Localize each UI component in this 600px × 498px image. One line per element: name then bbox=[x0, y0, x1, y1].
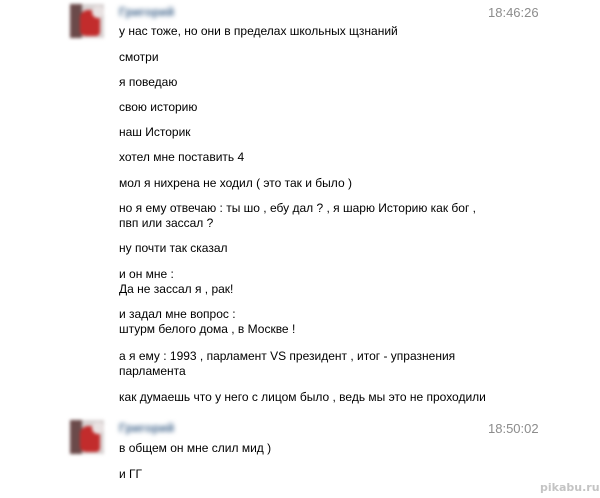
message-text: и он мне : Да не зассал я , рак! bbox=[119, 267, 234, 296]
message-text: а я ему : 1993 , парламент VS президент … bbox=[119, 349, 456, 378]
author-name[interactable]: Григорий bbox=[119, 421, 174, 435]
message-text: свою историю bbox=[119, 100, 198, 114]
message-text: наш Историк bbox=[119, 125, 191, 139]
avatar[interactable] bbox=[70, 4, 104, 38]
message-text: как думаешь что у него с лицом было , ве… bbox=[119, 390, 486, 404]
message-text: у нас тоже, но они в пределах школьных щ… bbox=[119, 24, 398, 38]
message-text: хотел мне поставить 4 bbox=[119, 150, 245, 164]
message-text: и ГГ bbox=[119, 467, 143, 481]
message-text: я поведаю bbox=[119, 75, 178, 89]
message-time[interactable]: 18:50:02 bbox=[488, 421, 539, 436]
message-time[interactable]: 18:46:26 bbox=[488, 5, 539, 20]
message-text: но я ему отвечаю : ты шо , ебу дал ? , я… bbox=[119, 201, 477, 230]
watermark: pikabu.ru bbox=[540, 481, 600, 494]
message-text: в общем он мне слил мид ) bbox=[119, 441, 272, 455]
avatar[interactable] bbox=[70, 420, 104, 454]
author-name[interactable]: Григорий bbox=[119, 5, 174, 19]
message-text: смотри bbox=[119, 50, 159, 64]
message-text: ну почти так сказал bbox=[119, 241, 228, 255]
message-text: мол я нихрена не ходил ( это так и было … bbox=[119, 176, 352, 190]
message-text: и задал мне вопрос : штурм белого дома ,… bbox=[119, 307, 296, 336]
